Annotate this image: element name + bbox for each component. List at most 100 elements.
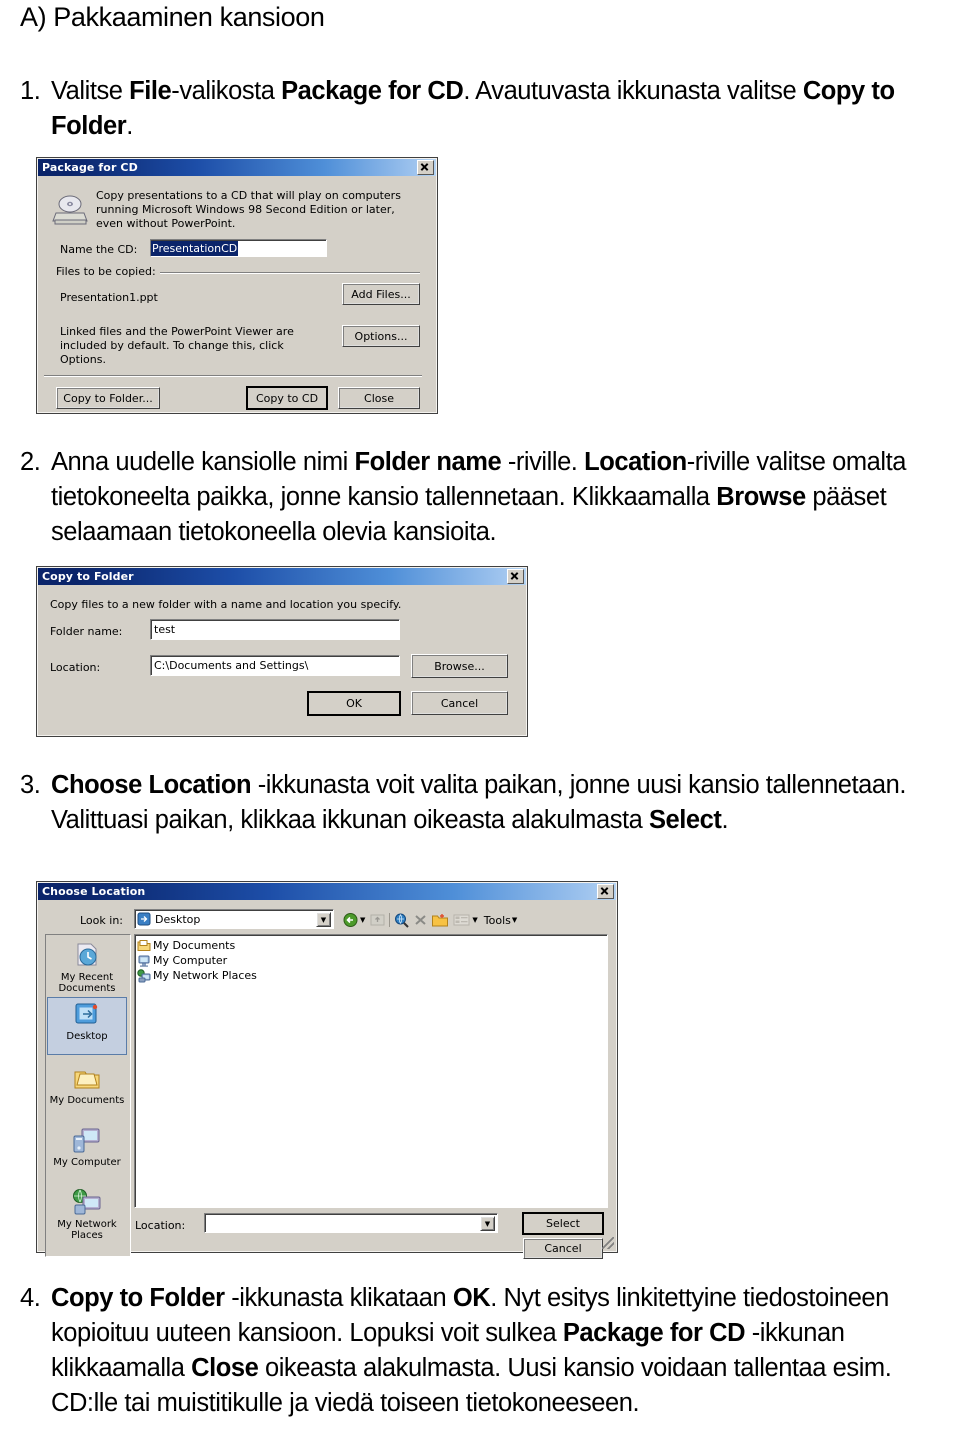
step-number: 4. [20,1284,41,1312]
step-text: Copy to Folder -ikkunasta klikataan OK. … [51,1281,940,1421]
step-text: Choose Location -ikkunasta voit valita p… [51,768,940,838]
linked-files-note: Linked files and the PowerPoint Viewer a… [60,325,294,366]
my-network-places-icon [73,1189,101,1215]
look-in-label: Look in: [80,914,123,927]
options-button[interactable]: Options... [342,325,420,347]
chevron-down-icon[interactable]: ▼ [480,1216,495,1231]
back-icon[interactable] [342,912,359,928]
place-label: My Recent Documents [58,972,116,994]
place-label: My Computer [53,1157,121,1168]
step-number: 3. [20,771,41,799]
add-files-button[interactable]: Add Files... [342,283,420,305]
close-icon[interactable] [417,160,434,175]
my-documents-icon [74,1071,100,1089]
place-my-network-places[interactable]: My Network Places [47,1186,127,1250]
plain-text: Anna uudelle kansiolle nimi [51,448,355,476]
place-desktop[interactable]: Desktop [47,997,127,1055]
plain-text: . [126,112,133,140]
close-icon[interactable] [507,569,524,584]
network-icon [137,968,151,982]
browse-button[interactable]: Browse... [411,654,508,678]
place-label: My Documents [49,1095,125,1106]
chevron-down-icon[interactable]: ▼ [316,912,331,927]
file-list-item[interactable]: My Documents [135,938,607,953]
plain-text: . Avautuvasta ikkunasta valitse [463,77,803,105]
choose-location-cancel-button[interactable]: Cancel [523,1238,603,1259]
file-list-item[interactable]: My Network Places [135,968,607,983]
copy-to-cd-button[interactable]: Copy to CD [246,386,328,410]
cancel-button[interactable]: Cancel [411,691,508,715]
instruction-step-3: 3. Choose Location -ikkunasta voit valit… [20,768,940,838]
package-for-cd-dialog: Package for CD Copy presentations to a C… [36,157,438,414]
emphasis-text: Folder name [354,448,502,476]
instruction-step-4: 4. Copy to Folder -ikkunasta klikataan O… [20,1281,940,1421]
instruction-step-2: 2. Anna uudelle kansiolle nimi Folder na… [20,445,940,550]
look-in-combobox[interactable]: Desktop ▼ [134,909,334,929]
choose-location-combobox[interactable]: ▼ [204,1213,498,1233]
resize-grip[interactable] [602,1237,614,1249]
place-label: My Network Places [57,1219,117,1241]
step-text: Valitse File-valikosta Package for CD. A… [51,74,940,144]
emphasis-text: Package for CD [281,77,464,105]
plain-text: Valitse [51,77,130,105]
emphasis-text: OK [452,1284,491,1312]
views-dropdown-icon[interactable]: ▼ [472,916,477,924]
computer-icon [138,955,150,967]
tools-dropdown-icon[interactable]: ▼ [512,916,517,924]
name-the-cd-label: Name the CD: [60,243,138,256]
page-title: A) Pakkaaminen kansioon [20,2,325,32]
location-label: Location: [50,661,101,674]
search-web-icon[interactable] [393,912,410,928]
copy-to-folder-button[interactable]: Copy to Folder... [56,387,160,409]
emphasis-text: Choose Location [51,771,252,799]
new-folder-icon[interactable] [431,912,449,928]
dialog-title: Package for CD [42,161,138,174]
place-my-documents[interactable]: My Documents [47,1062,127,1117]
location-value: C:\Documents and Settings\ [154,659,309,672]
step-text: Anna uudelle kansiolle nimi Folder name … [51,445,940,550]
title-bar: Copy to Folder [38,568,526,585]
instruction-step-1: 1. Valitse File-valikosta Package for CD… [20,74,940,144]
emphasis-text: Package for CD [562,1319,746,1347]
delete-icon[interactable] [412,912,429,928]
title-bar: Package for CD [38,159,436,176]
dialog-title: Choose Location [42,885,146,898]
close-button[interactable]: Close [338,387,420,409]
places-bar: My Recent Documents Desktop My Documents [45,934,131,1257]
file-label: My Computer [153,954,228,967]
back-dropdown-icon[interactable]: ▼ [360,916,365,924]
choose-location-label: Location: [135,1219,186,1232]
place-my-recent-documents[interactable]: My Recent Documents [47,939,127,994]
file-dialog-toolbar: ▼ ▼ Tools ▼ [342,910,518,930]
location-input[interactable]: C:\Documents and Settings\ [150,655,400,676]
file-list[interactable]: My Documents My Computer My Network Plac… [134,934,608,1208]
cd-name-input[interactable]: PresentationCD [150,239,327,257]
folder-name-value: test [154,623,176,636]
choose-location-dialog: Choose Location Look in: Desktop ▼ ▼ ▼ T… [36,881,618,1259]
look-in-value: Desktop [155,912,201,926]
folder-name-input[interactable]: test [150,619,400,640]
tools-button[interactable]: Tools [484,914,511,927]
emphasis-text: File [129,77,172,105]
package-description: Copy presentations to a CD that will pla… [96,189,401,230]
select-button[interactable]: Select [522,1212,604,1235]
place-my-computer[interactable]: My Computer [47,1124,127,1179]
close-icon[interactable] [597,884,614,899]
emphasis-text: Browse [716,483,806,511]
file-label: My Network Places [153,969,257,982]
cd-name-value: PresentationCD [151,240,239,256]
emphasis-text: Copy to Folder [51,1284,225,1312]
copy-folder-description: Copy files to a new folder with a name a… [50,598,402,611]
views-icon[interactable] [452,912,471,928]
up-one-level-icon[interactable] [369,912,386,928]
place-label: Desktop [66,1031,108,1042]
folder-icon [137,939,151,951]
recent-documents-icon [77,943,97,966]
ok-button[interactable]: OK [307,691,401,716]
plain-text: -riville. [501,448,585,476]
emphasis-text: Select [649,806,722,834]
file-list-item[interactable]: Presentation1.ppt [60,291,158,304]
folder-name-label: Folder name: [50,625,123,638]
file-list-item[interactable]: My Computer [135,953,607,968]
my-computer-icon [73,1128,100,1153]
